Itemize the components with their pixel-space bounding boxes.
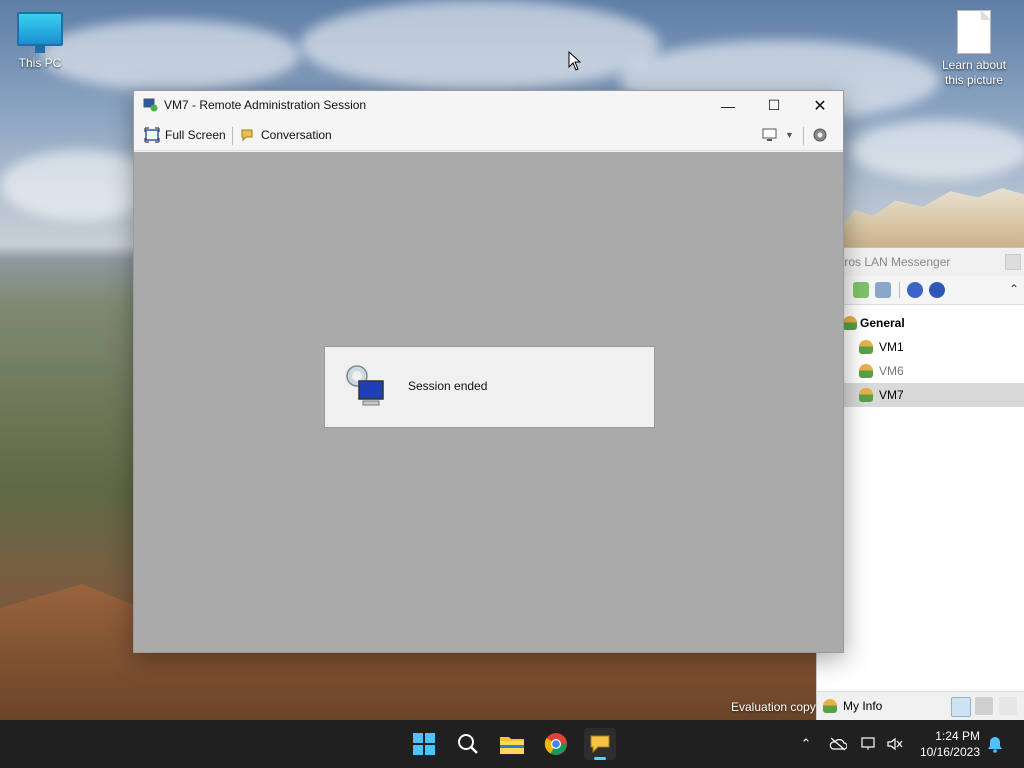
remote-admin-window: VM7 - Remote Administration Session — ☐ … [133, 90, 844, 653]
toolbar-divider [899, 282, 900, 298]
wallpaper-cloud [300, 0, 660, 90]
status-online-icon[interactable] [951, 697, 971, 717]
notification-bell-icon[interactable] [986, 735, 1004, 753]
status-offline-icon[interactable] [999, 697, 1017, 715]
gear-icon [813, 128, 827, 142]
user-icon [859, 388, 873, 402]
volume-muted-icon[interactable] [886, 735, 904, 753]
desktop-icon-this-pc[interactable]: This PC [0, 12, 80, 70]
user-icon [859, 340, 873, 354]
desktop-icon-learn-about-picture[interactable]: Learn about this picture [934, 10, 1014, 88]
messenger-title: tros LAN Messenger [817, 248, 1024, 276]
group-general[interactable]: General [817, 311, 1024, 335]
window-titlebar[interactable]: VM7 - Remote Administration Session — ☐ … [134, 91, 843, 120]
network-icon[interactable] [860, 735, 878, 753]
session-ended-message: Session ended [408, 379, 488, 393]
chevron-down-icon: ▼ [785, 130, 794, 140]
desktop-icon-label: Learn about this picture [941, 58, 1007, 87]
evaluation-watermark: Evaluation copy [731, 700, 816, 714]
display-icon [762, 128, 777, 141]
messenger-button[interactable] [584, 728, 616, 760]
contact-vm6[interactable]: VM6 [817, 359, 1024, 383]
taskbar: ⌃ 1:24 PM 10/16/2023 [0, 720, 1024, 768]
contact-label: VM6 [879, 364, 904, 378]
messenger-status-bar: My Info [817, 691, 1024, 720]
chrome-button[interactable] [540, 728, 572, 760]
messenger-toolbar: ⌃ [817, 276, 1024, 305]
lan-messenger-window: tros LAN Messenger ⌃ General VM1 VM6 VM7… [816, 248, 1024, 720]
file-explorer-button[interactable] [496, 728, 528, 760]
remote-admin-app-icon [143, 98, 158, 112]
group-icon [843, 316, 857, 330]
start-icon [413, 733, 435, 755]
history-icon[interactable] [875, 282, 891, 298]
chrome-icon [544, 733, 567, 755]
chevron-up-icon[interactable]: ⌃ [1009, 282, 1019, 296]
start-button[interactable] [408, 728, 440, 760]
conversation-label: Conversation [261, 128, 332, 142]
wallpaper-town [840, 188, 1024, 247]
desktop-icon-label: This PC [18, 56, 62, 70]
clock-time: 1:24 PM [935, 729, 980, 743]
maximize-button[interactable]: ☐ [751, 91, 797, 120]
add-folder-icon[interactable] [853, 282, 869, 298]
window-toolbar: Full Screen Conversation ▼ [134, 120, 843, 151]
messenger-close-button[interactable] [1005, 254, 1021, 270]
settings-button[interactable] [812, 125, 828, 145]
contact-label: VM7 [879, 388, 904, 402]
display-select-button[interactable]: ▼ [762, 125, 794, 145]
remote-computer-icon [346, 365, 384, 406]
session-ended-dialog: Session ended [324, 346, 655, 428]
chevron-up-icon[interactable]: ⌃ [797, 735, 815, 753]
full-screen-button[interactable]: Full Screen [144, 125, 226, 145]
close-button[interactable]: ✕ [797, 91, 843, 120]
onedrive-icon[interactable] [829, 735, 847, 753]
conversation-icon [241, 129, 253, 142]
group-label: General [860, 316, 905, 330]
full-screen-label: Full Screen [165, 128, 226, 142]
remote-screen-area[interactable]: Session ended [134, 152, 843, 652]
messenger-icon [590, 735, 610, 754]
search-icon [458, 734, 478, 754]
conversation-button[interactable]: Conversation [240, 125, 332, 145]
status-busy-icon[interactable] [975, 697, 993, 715]
info-icon[interactable] [929, 282, 945, 298]
window-title: VM7 - Remote Administration Session [164, 98, 367, 112]
clock-date: 10/16/2023 [919, 745, 980, 759]
monitor-icon [17, 12, 63, 53]
file-explorer-icon [500, 737, 524, 754]
toolbar-divider [803, 127, 804, 145]
search-button[interactable] [452, 728, 484, 760]
full-screen-icon [144, 127, 160, 143]
help-icon[interactable] [907, 282, 923, 298]
minimize-button[interactable]: — [705, 91, 751, 120]
wallpaper-cloud [850, 120, 1024, 180]
my-info-button[interactable]: My Info [843, 699, 882, 713]
my-info-icon [823, 699, 837, 713]
user-icon [859, 364, 873, 378]
system-clock[interactable]: 1:24 PM 10/16/2023 [920, 728, 980, 760]
file-icon [957, 10, 991, 54]
contact-label: VM1 [879, 340, 904, 354]
mouse-cursor-icon [568, 51, 582, 71]
toolbar-divider [232, 127, 233, 145]
contact-vm7[interactable]: VM7 [817, 383, 1024, 407]
contact-tree: General VM1 VM6 VM7 [817, 305, 1024, 407]
contact-vm1[interactable]: VM1 [817, 335, 1024, 359]
